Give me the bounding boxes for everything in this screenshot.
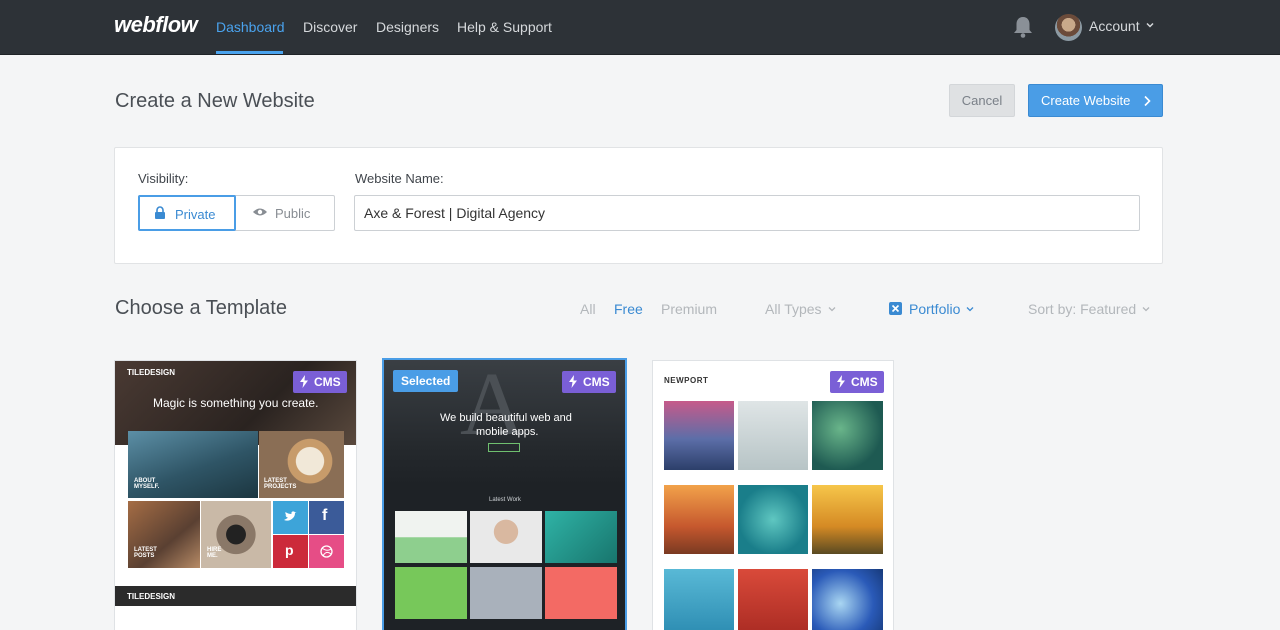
facebook-icon: f	[322, 507, 328, 524]
filter-portfolio[interactable]: Portfolio	[909, 301, 974, 317]
chevron-down-icon[interactable]	[1145, 20, 1155, 30]
filter-all[interactable]: All	[580, 301, 596, 317]
card-hero-line2: mobile apps.	[476, 426, 539, 438]
portfolio-label: Portfolio	[909, 301, 961, 317]
page-title: Create a New Website	[115, 90, 315, 112]
sort-dropdown[interactable]: Sort by: Featured	[1028, 301, 1150, 317]
public-label: Public	[275, 206, 311, 221]
photo-tile-3	[812, 401, 883, 470]
filter-free[interactable]: Free	[614, 301, 643, 317]
pinterest-icon: p	[285, 542, 294, 558]
tile-about-label: ABOUT MYSELF.	[134, 478, 160, 490]
template-card-selected[interactable]: A We build beautiful web and mobile apps…	[382, 358, 627, 630]
nav-help-support[interactable]: Help & Support	[457, 19, 552, 35]
photo-tile-7	[664, 569, 734, 630]
cms-label: CMS	[314, 375, 341, 389]
cancel-button[interactable]: Cancel	[949, 84, 1015, 117]
photo-tile-8	[738, 569, 808, 630]
private-label: Private	[175, 207, 216, 222]
nav-dashboard[interactable]: Dashboard	[216, 19, 285, 35]
tile-projects-label: LATEST PROJECTS	[264, 478, 297, 490]
card-hero-button	[488, 443, 520, 452]
choose-template-title: Choose a Template	[115, 297, 287, 319]
photo-tile-4	[664, 485, 734, 554]
card-brand: NEWPORT	[664, 376, 709, 385]
cms-label: CMS	[851, 375, 878, 389]
cms-label: CMS	[583, 375, 610, 389]
portfolio-checkbox[interactable]	[889, 302, 902, 315]
photo-tile-1	[664, 401, 734, 470]
visibility-label: Visibility:	[138, 171, 189, 186]
cms-badge: CMS	[830, 371, 884, 393]
photo-tile-5	[738, 485, 808, 554]
lightning-icon	[837, 375, 845, 388]
cms-badge: CMS	[562, 371, 616, 393]
tile-posts-label: LATEST POSTS	[134, 547, 157, 559]
template-card-tiledesign[interactable]: TILEDESIGN Magic is something you create…	[114, 360, 357, 630]
all-types-label: All Types	[765, 301, 822, 317]
photo-tile-2	[738, 401, 808, 470]
eye-icon	[253, 208, 267, 216]
website-name-input[interactable]	[354, 195, 1140, 231]
chevron-down-icon	[828, 307, 836, 312]
nav-designers[interactable]: Designers	[376, 19, 439, 35]
photo-tile-9	[812, 569, 883, 630]
account-menu[interactable]: Account	[1089, 18, 1140, 34]
create-website-button[interactable]: Create Website	[1028, 84, 1163, 117]
visibility-public-option[interactable]: Public	[236, 195, 335, 231]
work-thumb-2	[470, 511, 542, 563]
website-name-label: Website Name:	[355, 171, 444, 186]
dribbble-icon	[320, 545, 333, 558]
work-thumb-4	[395, 567, 467, 619]
webflow-logo[interactable]: webflow	[114, 12, 198, 38]
twitter-icon	[284, 511, 297, 521]
lock-icon	[155, 206, 165, 219]
card-hero-line1: We build beautiful web and	[440, 412, 572, 424]
chevron-down-icon	[966, 307, 974, 312]
template-card-newport[interactable]: NEWPORT	[652, 360, 894, 630]
card-section-title: Latest Work	[489, 497, 521, 503]
cms-badge: CMS	[293, 371, 347, 393]
create-website-label: Create Website	[1041, 93, 1131, 108]
lightning-icon	[569, 375, 577, 388]
bell-icon[interactable]	[1012, 15, 1034, 39]
visibility-private-option[interactable]: Private	[138, 195, 236, 231]
work-thumb-1	[395, 511, 467, 563]
card-hero-text: Magic is something you create.	[153, 396, 319, 410]
tile-hire-label: HIRE ME.	[207, 547, 222, 559]
nav-discover[interactable]: Discover	[303, 19, 357, 35]
top-nav: webflow Dashboard Discover Designers Hel…	[0, 0, 1280, 55]
selected-badge: Selected	[393, 370, 459, 392]
work-thumb-6	[545, 567, 617, 619]
card-footer-brand: TILEDESIGN	[127, 592, 176, 601]
chevron-down-icon	[1142, 307, 1150, 312]
lightning-icon	[300, 375, 308, 388]
filter-all-types[interactable]: All Types	[765, 301, 836, 317]
card-brand: TILEDESIGN	[127, 368, 176, 377]
nav-active-indicator	[216, 51, 283, 54]
sort-label: Sort by: Featured	[1028, 301, 1137, 317]
photo-tile-6	[812, 485, 883, 554]
avatar[interactable]	[1055, 14, 1082, 41]
chevron-right-icon	[1144, 95, 1151, 107]
filter-premium[interactable]: Premium	[661, 301, 717, 317]
work-thumb-5	[470, 567, 542, 619]
work-thumb-3	[545, 511, 617, 563]
